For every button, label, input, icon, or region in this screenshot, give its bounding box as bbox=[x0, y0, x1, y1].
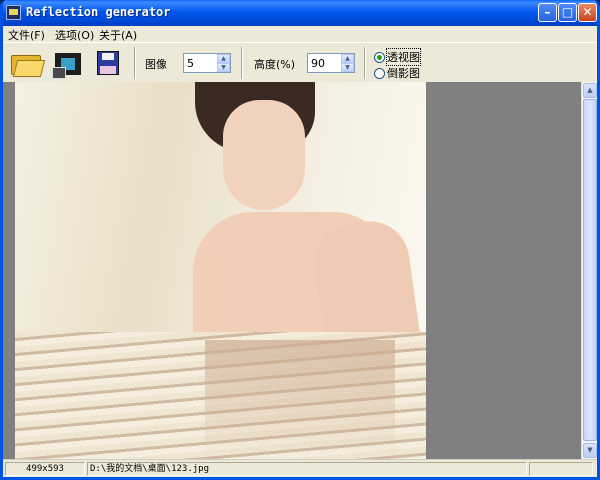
image-spin-up-button[interactable]: ▲ bbox=[217, 54, 230, 63]
height-spin-up-button[interactable]: ▲ bbox=[341, 54, 354, 63]
image-label: 图像 bbox=[145, 58, 167, 71]
toolbar-separator bbox=[241, 47, 243, 79]
height-value: 90 bbox=[311, 57, 325, 70]
menu-about[interactable]: 关于(A) bbox=[99, 27, 137, 43]
save-button[interactable] bbox=[90, 47, 124, 79]
toolbar: 图像 5 ▲ ▼ 高度(%) 90 ▲ ▼ 透视图 倒影图 bbox=[3, 42, 597, 84]
image-viewport[interactable] bbox=[3, 82, 581, 459]
height-spinner[interactable]: 90 ▲ ▼ bbox=[307, 53, 355, 73]
radio-reflection-label: 倒影图 bbox=[387, 67, 420, 80]
minimize-button[interactable]: – bbox=[538, 3, 557, 22]
app-window: Reflection generator – □ ✕ 文件(F) 选项(O) 关… bbox=[0, 0, 600, 480]
toolbar-separator bbox=[134, 47, 136, 79]
height-spin-down-button[interactable]: ▼ bbox=[341, 63, 354, 72]
toolbar-separator bbox=[364, 47, 366, 79]
image-spin-down-button[interactable]: ▼ bbox=[217, 63, 230, 72]
video-icon bbox=[52, 53, 81, 79]
preview-image bbox=[15, 82, 426, 459]
status-panel-empty bbox=[529, 462, 593, 476]
save-floppy-icon bbox=[97, 51, 119, 75]
radio-reflection-indicator[interactable] bbox=[374, 67, 385, 79]
app-icon bbox=[6, 5, 21, 20]
radio-perspective-label: 透视图 bbox=[386, 48, 421, 66]
status-file-path: D:\我的文档\桌面\123.jpg bbox=[87, 462, 527, 476]
radio-perspective[interactable]: 透视图 bbox=[374, 48, 421, 66]
image-spinner[interactable]: 5 ▲ ▼ bbox=[183, 53, 231, 73]
image-value: 5 bbox=[187, 57, 194, 70]
menu-options[interactable]: 选项(O) bbox=[55, 27, 94, 43]
close-button[interactable]: ✕ bbox=[578, 3, 597, 22]
scroll-thumb[interactable] bbox=[583, 99, 597, 441]
height-label: 高度(%) bbox=[254, 58, 296, 71]
vertical-scrollbar[interactable]: ▲ ▼ bbox=[581, 82, 597, 459]
open-button[interactable] bbox=[9, 47, 46, 79]
status-image-size: 499x593 bbox=[5, 462, 85, 476]
title-bar[interactable]: Reflection generator – □ ✕ bbox=[3, 0, 597, 26]
menu-bar: 文件(F) 选项(O) 关于(A) bbox=[3, 26, 597, 42]
status-bar: 499x593 D:\我的文档\桌面\123.jpg bbox=[3, 459, 597, 477]
menu-file[interactable]: 文件(F) bbox=[8, 27, 45, 43]
radio-reflection[interactable]: 倒影图 bbox=[374, 65, 420, 81]
window-title: Reflection generator bbox=[26, 5, 171, 19]
maximize-button[interactable]: □ bbox=[558, 3, 577, 22]
video-button[interactable] bbox=[51, 47, 85, 79]
radio-perspective-indicator[interactable] bbox=[374, 51, 385, 63]
scroll-down-button[interactable]: ▼ bbox=[583, 443, 597, 458]
scroll-up-button[interactable]: ▲ bbox=[583, 83, 597, 98]
